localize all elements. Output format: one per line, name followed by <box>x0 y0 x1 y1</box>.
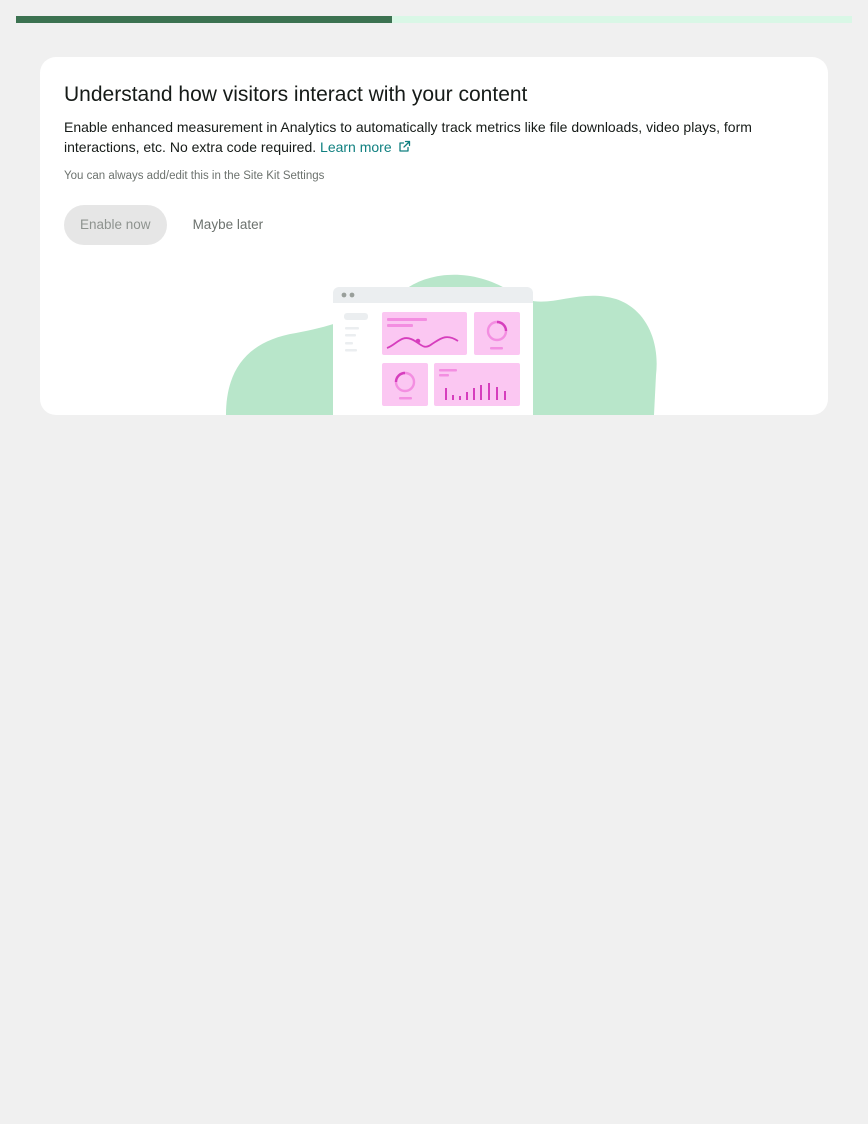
learn-more-label: Learn more <box>320 139 392 155</box>
learn-more-link[interactable]: Learn more <box>320 139 411 155</box>
progress-bar <box>16 16 852 23</box>
banner-actions: Enable now Maybe later <box>64 205 279 245</box>
dashboard-window <box>333 287 533 415</box>
maybe-later-button[interactable]: Maybe later <box>177 205 280 245</box>
banner-description: Enable enhanced measurement in Analytics… <box>64 117 804 158</box>
banner-title: Understand how visitors interact with yo… <box>64 83 528 106</box>
dashboard-illustration <box>226 274 657 415</box>
progress-fill <box>16 16 393 23</box>
enhanced-measurement-banner: Understand how visitors interact with yo… <box>40 57 828 415</box>
external-link-icon <box>398 138 411 158</box>
settings-note: You can always add/edit this in the Site… <box>64 170 325 182</box>
enable-now-button[interactable]: Enable now <box>64 205 167 245</box>
